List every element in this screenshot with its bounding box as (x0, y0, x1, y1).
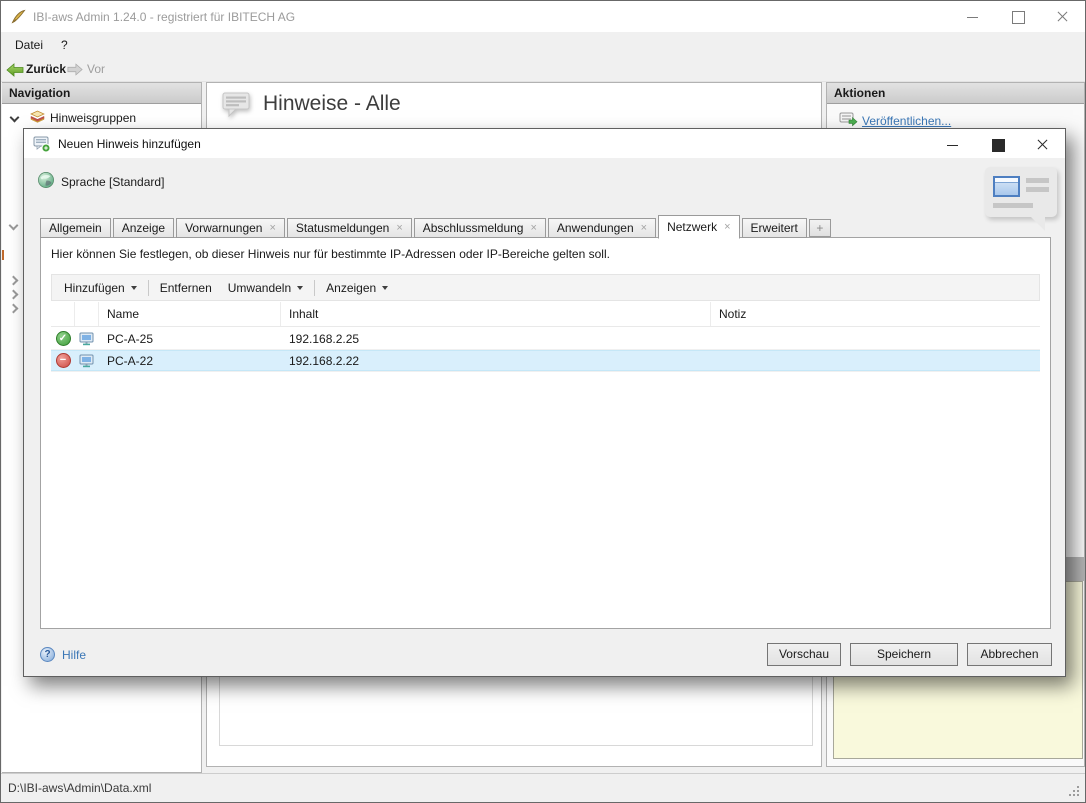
chevron-right-icon[interactable] (8, 303, 19, 314)
dialog-neuen-hinweis: Neuen Hinweis hinzufügen Sprache [Standa… (23, 128, 1066, 677)
hinweise-bubble-icon (221, 91, 253, 118)
tab-close-icon[interactable]: × (641, 222, 647, 234)
chevron-down-icon (130, 285, 137, 290)
tab-allgemein[interactable]: Allgemein (40, 218, 111, 238)
tab-close-icon[interactable]: × (530, 222, 536, 234)
column-header-name[interactable]: Name (99, 302, 281, 326)
forward-button[interactable]: Vor (87, 62, 105, 76)
status-column-header (51, 302, 75, 326)
dialog-title-bar: Neuen Hinweis hinzufügen (24, 129, 1065, 158)
maximize-icon[interactable] (995, 1, 1040, 32)
netzwerk-tab-content: Hier können Sie festlegen, ob dieser Hin… (40, 237, 1051, 629)
chevron-down-icon (297, 285, 304, 290)
table-row[interactable]: − PC-A-22 192.168.2.22 (51, 350, 1040, 372)
tab-anwendungen[interactable]: Anwendungen × (547, 218, 657, 238)
nav-toolbar: Zurück Vor (1, 57, 1085, 82)
column-header-inhalt[interactable]: Inhalt (281, 302, 711, 326)
show-button[interactable]: Anzeigen (318, 277, 396, 298)
app-window: IBI-aws Admin 1.24.0 - registriert für I… (0, 0, 1086, 803)
language-label: Sprache [Standard] (61, 175, 165, 189)
tab-close-icon[interactable]: × (724, 221, 730, 233)
remove-button[interactable]: Entfernen (152, 277, 220, 298)
tab-netzwerk[interactable]: Netzwerk × (658, 215, 740, 239)
page-title: Hinweise - Alle (263, 92, 401, 115)
tab-abschlussmeldung[interactable]: Abschlussmeldung × (413, 218, 546, 238)
dialog-maximize-icon[interactable] (975, 129, 1020, 158)
help-link[interactable]: ? Hilfe (40, 647, 86, 662)
computer-icon (75, 332, 99, 346)
toolbar-separator (147, 279, 149, 296)
close-icon[interactable] (1040, 1, 1085, 32)
info-text: Hier können Sie festlegen, ob dieser Hin… (51, 247, 610, 261)
data-file-path: D:\IBI-aws\Admin\Data.xml (8, 781, 152, 795)
navigation-header: Navigation (2, 83, 201, 104)
dialog-tab-strip: Allgemein Anzeige Vorwarnungen × Statusme… (40, 215, 831, 239)
watermark-bubble-icon (985, 167, 1057, 231)
cancel-button[interactable]: Abbrechen (967, 643, 1052, 666)
tab-close-icon[interactable]: × (269, 222, 275, 234)
menu-bar: Datei ? (1, 32, 1085, 57)
chevron-right-icon[interactable] (8, 289, 19, 300)
chevron-down-icon[interactable] (9, 112, 20, 123)
minimize-icon[interactable] (950, 1, 995, 32)
tree-item-edge (2, 250, 4, 260)
chevron-down-icon[interactable] (8, 220, 19, 231)
title-bar: IBI-aws Admin 1.24.0 - registriert für I… (1, 1, 1085, 32)
chevron-right-icon[interactable] (8, 275, 19, 286)
toolbar-separator (314, 279, 316, 296)
dialog-icon (33, 135, 51, 153)
publish-icon (839, 112, 858, 127)
add-button[interactable]: Hinzufügen (56, 277, 145, 298)
type-column-header (75, 302, 99, 326)
cell-inhalt: 192.168.2.22 (289, 353, 360, 368)
computer-icon (75, 354, 99, 368)
chevron-down-icon (382, 285, 389, 290)
language-globe-icon (37, 171, 55, 189)
publish-link[interactable]: Veröffentlichen... (862, 114, 951, 128)
column-header-notiz[interactable]: Notiz (711, 302, 1040, 326)
menu-help[interactable]: ? (55, 36, 74, 54)
dialog-title: Neuen Hinweis hinzufügen (58, 137, 201, 151)
dialog-close-icon[interactable] (1020, 129, 1065, 158)
window-title: IBI-aws Admin 1.24.0 - registriert für I… (33, 10, 296, 24)
table-toolbar: Hinzufügen Entfernen Umwandeln Anzeigen (51, 274, 1040, 301)
allowed-status-icon: ✓ (55, 331, 71, 346)
resize-grip-icon[interactable] (1069, 786, 1081, 798)
back-button[interactable]: Zurück (26, 62, 66, 76)
preview-button[interactable]: Vorschau (767, 643, 841, 666)
tab-statusmeldungen[interactable]: Statusmeldungen × (286, 218, 412, 238)
tab-vorwarnungen[interactable]: Vorwarnungen × (176, 218, 285, 238)
hinweisgruppen-icon (29, 109, 46, 124)
add-tab-button[interactable]: + (808, 219, 831, 237)
tree-item-hinweisgruppen[interactable]: Hinweisgruppen (50, 111, 136, 125)
menu-datei[interactable]: Datei (9, 36, 49, 54)
cell-name: PC-A-22 (107, 353, 154, 368)
app-icon (10, 8, 27, 25)
status-bar: D:\IBI-aws\Admin\Data.xml (1, 773, 1085, 802)
denied-status-icon: − (55, 353, 71, 368)
tab-anzeige[interactable]: Anzeige (112, 218, 175, 238)
convert-button[interactable]: Umwandeln (220, 277, 311, 298)
cell-inhalt: 192.168.2.25 (289, 331, 360, 346)
back-arrow-icon[interactable] (6, 63, 24, 77)
cell-name: PC-A-25 (107, 331, 154, 346)
tab-erweitert[interactable]: Erweitert (741, 218, 807, 238)
table-row[interactable]: ✓ PC-A-25 192.168.2.25 (51, 328, 1040, 350)
table-header: Name Inhalt Notiz (51, 302, 1040, 327)
tab-close-icon[interactable]: × (396, 222, 402, 234)
forward-arrow-icon[interactable] (67, 63, 83, 76)
help-icon: ? (40, 647, 55, 662)
actions-header: Aktionen (827, 83, 1084, 104)
dialog-minimize-icon[interactable] (930, 129, 975, 158)
save-button[interactable]: Speichern (850, 643, 958, 666)
